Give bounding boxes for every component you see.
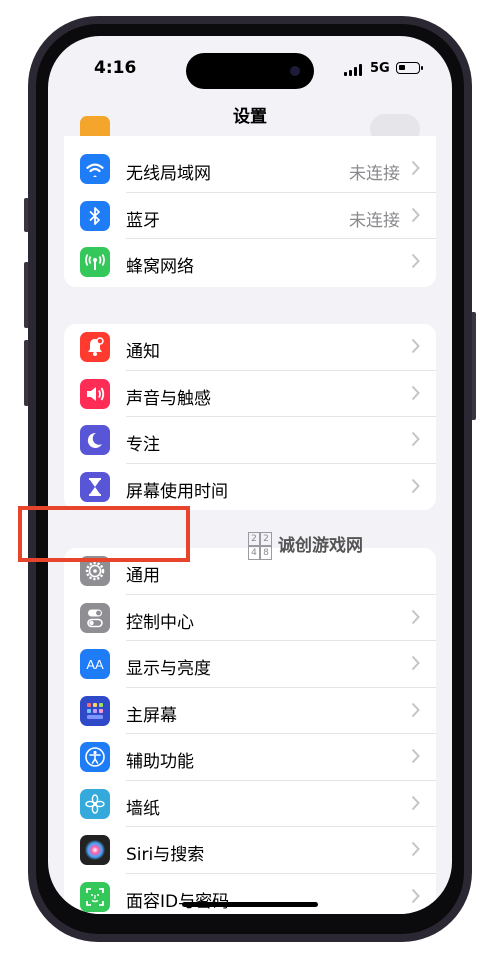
- settings-row-sounds[interactable]: 声音与触感: [64, 371, 436, 417]
- row-label: 辅助功能: [126, 752, 194, 772]
- row-label: 通知: [126, 342, 160, 362]
- settings-row-display[interactable]: AA 显示与亮度: [64, 641, 436, 688]
- settings-row-face-id[interactable]: 面容ID与密码: [64, 874, 436, 915]
- signal-icon: [344, 64, 362, 76]
- row-label: 显示与亮度: [126, 659, 211, 679]
- row-label: 无线局域网: [126, 164, 211, 184]
- row-value: 未连接: [349, 210, 400, 231]
- accessibility-icon: [80, 742, 110, 772]
- settings-row-focus[interactable]: 专注: [64, 417, 436, 464]
- settings-row-siri[interactable]: Siri与搜索: [64, 827, 436, 874]
- home-screen-grid-icon: [80, 695, 110, 726]
- bluetooth-icon: [80, 200, 110, 231]
- aa-text-icon: AA: [80, 649, 110, 679]
- row-label: Siri与搜索: [126, 845, 205, 865]
- row-label: 控制中心: [126, 612, 194, 633]
- battery-icon: [396, 62, 423, 74]
- status-time: 4:16: [94, 58, 137, 78]
- dynamic-island: [186, 53, 314, 89]
- control-center-toggle-icon: [80, 602, 110, 633]
- row-label: 屏幕使用时间: [126, 481, 228, 502]
- row-label: 声音与触感: [126, 388, 211, 409]
- settings-row-wifi[interactable]: 无线局域网 未连接: [64, 146, 436, 193]
- settings-row-screen-time[interactable]: 屏幕使用时间: [64, 464, 436, 511]
- row-label: 墙纸: [126, 798, 160, 819]
- network-type: 5G: [370, 61, 390, 76]
- row-label: 通用: [126, 566, 160, 586]
- chevron-right-icon: [411, 795, 420, 810]
- flower-icon: [80, 788, 110, 819]
- row-value: 未连接: [349, 164, 400, 184]
- settings-group-connectivity: 无线局域网 未连接 蓝牙 未连接 蜂窝网络: [64, 114, 436, 287]
- row-label: 专注: [126, 435, 160, 455]
- highlight-box-general: [18, 506, 190, 562]
- row-label: 面容ID与密码: [126, 891, 230, 912]
- chevron-right-icon: [411, 431, 420, 447]
- row-label: 主屏幕: [126, 705, 177, 726]
- home-indicator[interactable]: [182, 902, 318, 907]
- settings-group-notifications: 通知 声音与触感 专注 屏幕使用时间: [64, 324, 436, 510]
- chevron-right-icon: [411, 655, 420, 671]
- hourglass-icon: [80, 471, 110, 502]
- moon-icon: [80, 425, 110, 455]
- watermark-logo-icon: 22 48: [248, 531, 272, 560]
- chevron-right-icon: [411, 478, 420, 493]
- settings-row-notifications[interactable]: 通知: [64, 324, 436, 371]
- settings-row-home-screen[interactable]: 主屏幕: [64, 688, 436, 734]
- chevron-right-icon: [411, 253, 420, 269]
- watermark: 22 48 诚创游戏网: [248, 531, 363, 560]
- front-camera: [290, 66, 300, 76]
- settings-group-general: 通用 控制中心 AA 显示与亮度 主屏幕 辅助功能 墙纸 Siri与搜索 面容I…: [64, 548, 436, 914]
- settings-row-bluetooth[interactable]: 蓝牙 未连接: [64, 193, 436, 239]
- face-id-icon: [80, 881, 110, 912]
- chevron-right-icon: [411, 609, 420, 624]
- cellular-icon: [80, 247, 110, 277]
- chevron-right-icon: [411, 385, 420, 400]
- speaker-icon: [80, 378, 110, 409]
- chevron-right-icon: [411, 888, 420, 903]
- phone-screen: 4:16 5G 设置 无线局域网 未连接 蓝牙 未连接 蜂窝网络 通知 声音与触…: [48, 36, 452, 914]
- chevron-right-icon: [411, 207, 420, 222]
- chevron-right-icon: [411, 841, 420, 857]
- chevron-right-icon: [411, 160, 420, 176]
- watermark-text: 诚创游戏网: [278, 536, 363, 556]
- chevron-right-icon: [411, 338, 420, 354]
- notification-bell-icon: [80, 332, 110, 362]
- settings-row-cellular[interactable]: 蜂窝网络: [64, 239, 436, 286]
- chevron-right-icon: [411, 702, 420, 717]
- wifi-icon: [80, 154, 110, 184]
- chevron-right-icon: [411, 748, 420, 764]
- row-label: 蓝牙: [126, 210, 160, 231]
- row-label: 蜂窝网络: [126, 257, 194, 277]
- siri-orb-icon: [80, 835, 110, 865]
- settings-row-control-center[interactable]: 控制中心: [64, 595, 436, 641]
- settings-row-accessibility[interactable]: 辅助功能: [64, 734, 436, 781]
- settings-row-wallpaper[interactable]: 墙纸: [64, 781, 436, 827]
